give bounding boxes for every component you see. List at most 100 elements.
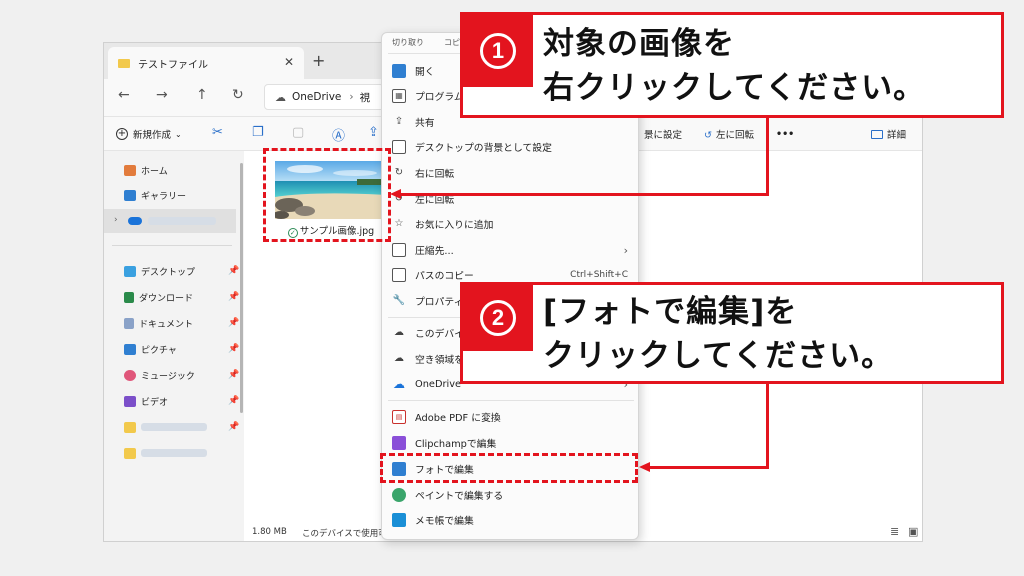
menu-item-edit-with-notepad[interactable]: メモ帳で編集 [382, 508, 638, 532]
more-options-icon[interactable]: ••• [776, 129, 794, 140]
sidebar-item-home[interactable]: ホーム [124, 161, 168, 179]
divider [112, 245, 232, 246]
connector-line [400, 193, 769, 196]
step-badge-2: 2 [463, 285, 533, 351]
pin-icon: 📌 [228, 292, 240, 302]
copy-path-icon [392, 268, 406, 282]
menu-item-add-favorites[interactable]: ☆ お気に入りに追加 [382, 212, 638, 236]
wrench-icon: 🔧 [392, 295, 406, 306]
notepad-icon [392, 513, 406, 527]
menu-item-label: OneDrive [415, 378, 462, 390]
sidebar-item-onedrive[interactable]: › [104, 209, 236, 233]
new-button[interactable]: + 新規作成 ⌄ [116, 127, 182, 141]
address-text: OneDrive [292, 91, 342, 103]
home-icon [124, 164, 136, 176]
open-icon [392, 64, 406, 78]
menu-item-clipchamp[interactable]: Clipchampで編集 [382, 431, 638, 455]
pin-icon: 📌 [228, 370, 240, 380]
status-size: 1.80 MB [252, 527, 287, 537]
menu-item-compress-to[interactable]: 圧縮先... › [382, 238, 638, 262]
sidebar-item-gallery[interactable]: ギャラリー [124, 186, 186, 204]
redacted-account-name [148, 217, 216, 225]
folder-icon [118, 58, 130, 68]
sidebar-item-label: ホーム [141, 166, 168, 177]
menu-item-label: プロパティ [415, 297, 464, 308]
pictures-icon [124, 343, 136, 355]
menu-item-label: 右に回転 [415, 169, 455, 180]
desktop-background-icon [392, 140, 406, 154]
sidebar-item-label: ミュージック [141, 371, 195, 382]
details-pane-icon [870, 129, 883, 139]
highlight-edit-with-photos [380, 453, 638, 483]
refresh-icon[interactable]: ↻ [232, 87, 244, 103]
sidebar-item-folder-2[interactable] [124, 444, 207, 462]
tiles-view-icon[interactable]: ▣ [908, 525, 918, 538]
callout-text-line: 対象の画像を [543, 26, 735, 62]
pdf-icon: ▤ [392, 410, 406, 424]
menu-cut-partial: 切り取り [392, 38, 424, 47]
menu-item-edit-with-paint[interactable]: ペイントで編集する [382, 483, 638, 507]
command-bar-right: 景に設定 ↺ 左に回転 ••• [644, 127, 794, 142]
close-tab-icon[interactable]: ✕ [284, 55, 294, 69]
sidebar-item-label: ダウンロード [139, 293, 194, 304]
sidebar-scrollbar[interactable] [240, 163, 243, 413]
back-icon[interactable]: ← [118, 87, 130, 103]
menu-item-label: お気に入りに追加 [415, 220, 494, 231]
menu-item-set-desktop-background[interactable]: デスクトップの背景として設定 [382, 135, 638, 159]
cloud-sync-icon: ☁ [394, 327, 404, 338]
menu-item-label: パスのコピー [415, 271, 474, 282]
up-icon[interactable]: ↑ [196, 87, 208, 103]
details-button[interactable]: 詳細 [870, 127, 906, 141]
cut-icon[interactable]: ✂ [212, 125, 223, 140]
sidebar-item-label: ビデオ [141, 397, 169, 408]
pin-icon: 📌 [228, 396, 240, 406]
sidebar-item-videos[interactable]: ビデオ [124, 392, 168, 410]
folder-icon [124, 421, 136, 433]
document-icon [124, 317, 134, 329]
callout-step-2: 2 [フォトで編集]を クリックしてください。 [460, 282, 1004, 384]
sidebar-item-label: ドキュメント [139, 319, 194, 330]
menu-item-rotate-left[interactable]: ↺ 左に回転 [382, 187, 638, 211]
chevron-right-icon: › [623, 243, 628, 257]
tab-test-file[interactable]: テストファイル ✕ [108, 47, 304, 79]
step-number: 1 [480, 33, 516, 69]
new-label: 新規作成 [133, 130, 172, 141]
sidebar-item-label: デスクトップ [141, 267, 196, 278]
redacted-folder-name [141, 423, 207, 431]
chevron-right-icon: › [349, 91, 354, 103]
onedrive-icon: ☁ [393, 377, 405, 391]
sidebar-item-label: ギャラリー [141, 191, 187, 202]
arrow-left-icon [390, 189, 401, 199]
details-view-icon[interactable]: ≣ [890, 525, 899, 538]
sidebar-item-desktop[interactable]: デスクトップ [124, 262, 195, 280]
folder-icon [124, 447, 136, 459]
sidebar-item-pictures[interactable]: ピクチャ [124, 340, 177, 358]
set-background-button[interactable]: 景に設定 [644, 127, 682, 141]
sidebar-item-documents[interactable]: ドキュメント [124, 314, 193, 332]
address-field[interactable]: ☁ OneDrive › 視 [264, 84, 384, 110]
arrow-left-icon [639, 462, 650, 472]
gallery-icon [124, 189, 136, 201]
menu-item-convert-pdf[interactable]: ▤ Adobe PDF に変換 [382, 405, 638, 429]
step-badge-1: 1 [463, 15, 533, 87]
menu-item-label: メモ帳で編集 [415, 516, 474, 527]
menu-item-rotate-right[interactable]: ↻ 右に回転 [382, 161, 638, 185]
callout-step-1: 1 対象の画像を 右クリックしてください。 [460, 12, 1004, 118]
forward-icon[interactable]: → [156, 87, 168, 103]
new-tab-button[interactable]: + [312, 51, 325, 70]
rotate-left-button[interactable]: ↺ 左に回転 [704, 127, 754, 141]
chevron-right-icon: › [114, 215, 118, 225]
paste-icon[interactable]: ▢ [292, 125, 304, 140]
sidebar-item-label: ピクチャ [141, 345, 177, 356]
sidebar-item-folder-1[interactable] [124, 418, 207, 436]
rename-icon[interactable]: Ⓐ [332, 125, 345, 144]
cloud-icon: ☁ [394, 353, 404, 364]
connector-line [766, 117, 769, 195]
sidebar-item-downloads[interactable]: ダウンロード [124, 288, 193, 306]
sidebar-item-music[interactable]: ミュージック [124, 366, 195, 384]
paint-icon [392, 488, 406, 502]
copy-icon[interactable]: ❐ [252, 125, 264, 140]
menu-shortcut: Ctrl+Shift+C [570, 270, 628, 280]
rotate-left-label: 左に回転 [715, 130, 754, 141]
share-icon[interactable]: ⇪ [368, 125, 379, 140]
